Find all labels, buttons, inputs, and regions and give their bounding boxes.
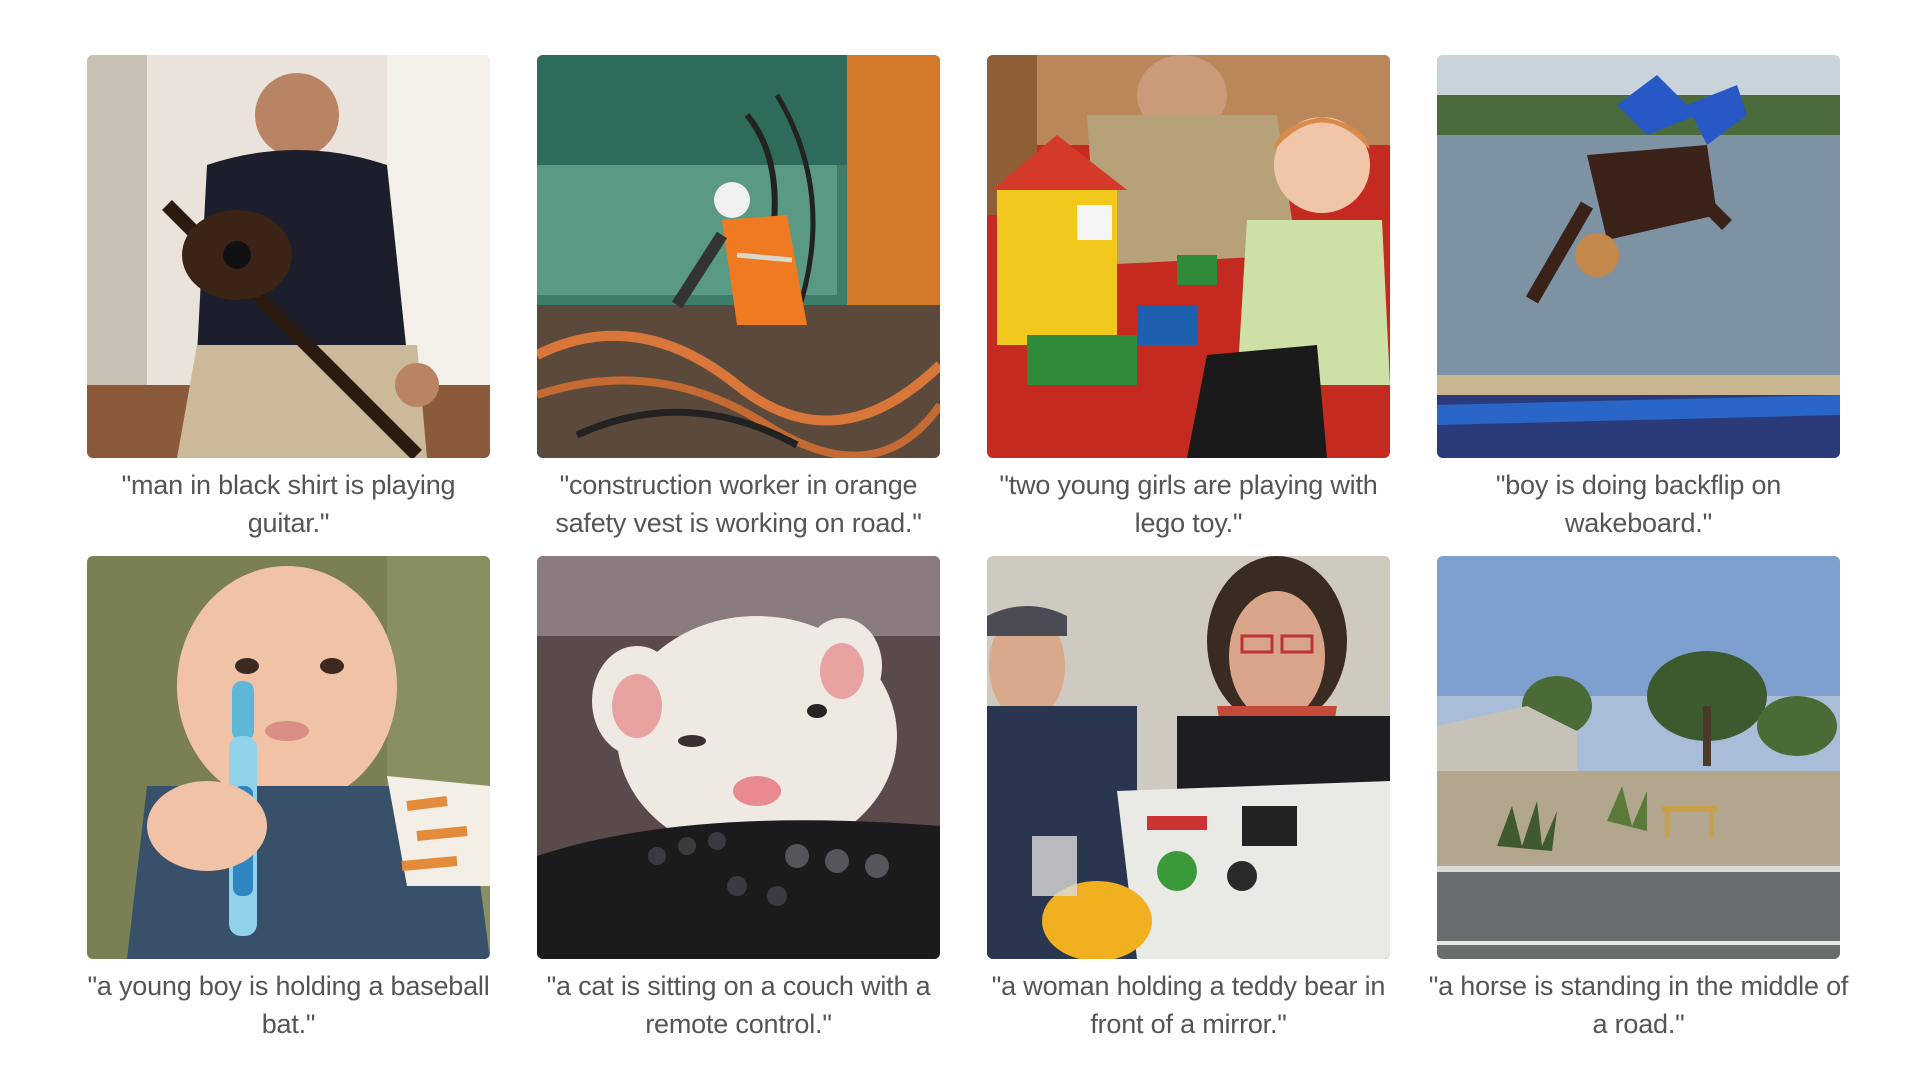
caption: "a horse is standing in the middle of a … <box>1428 971 1849 1039</box>
caption: "a young boy is holding a baseball bat." <box>87 971 490 1039</box>
gallery-item: "man in black shirt is playing guitar." <box>87 55 490 542</box>
photo-man-playing-guitar <box>87 55 490 458</box>
caption: "two young girls are playing with lego t… <box>999 470 1378 538</box>
photo-construction-worker <box>537 55 940 458</box>
image-caption-grid: "man in black shirt is playing guitar." <box>87 55 1848 1043</box>
photo-ferret-on-remote <box>537 556 940 959</box>
photo-baby-with-toothbrush <box>87 556 490 959</box>
photo-child-with-lego <box>987 55 1390 458</box>
photo-roadside-landscape <box>1437 556 1840 959</box>
caption: "a cat is sitting on a couch with a remo… <box>546 971 931 1039</box>
gallery-item: "boy is doing backflip on wakeboard." <box>1437 55 1840 542</box>
caption: "a woman holding a teddy bear in front o… <box>991 971 1386 1039</box>
gallery-item: "two young girls are playing with lego t… <box>987 55 1390 542</box>
photo-people-with-laptop <box>987 556 1390 959</box>
caption: "construction worker in orange safety ve… <box>555 470 922 538</box>
gallery-item: "a horse is standing in the middle of a … <box>1429 556 1848 1043</box>
caption: "man in black shirt is playing guitar." <box>121 470 456 538</box>
gallery-item: "a woman holding a teddy bear in front o… <box>987 556 1390 1043</box>
gallery-item: "a cat is sitting on a couch with a remo… <box>537 556 940 1043</box>
caption: "boy is doing backflip on wakeboard." <box>1495 470 1782 538</box>
photo-boy-backflip <box>1437 55 1840 458</box>
gallery-item: "a young boy is holding a baseball bat." <box>87 556 490 1043</box>
gallery-item: "construction worker in orange safety ve… <box>537 55 940 542</box>
